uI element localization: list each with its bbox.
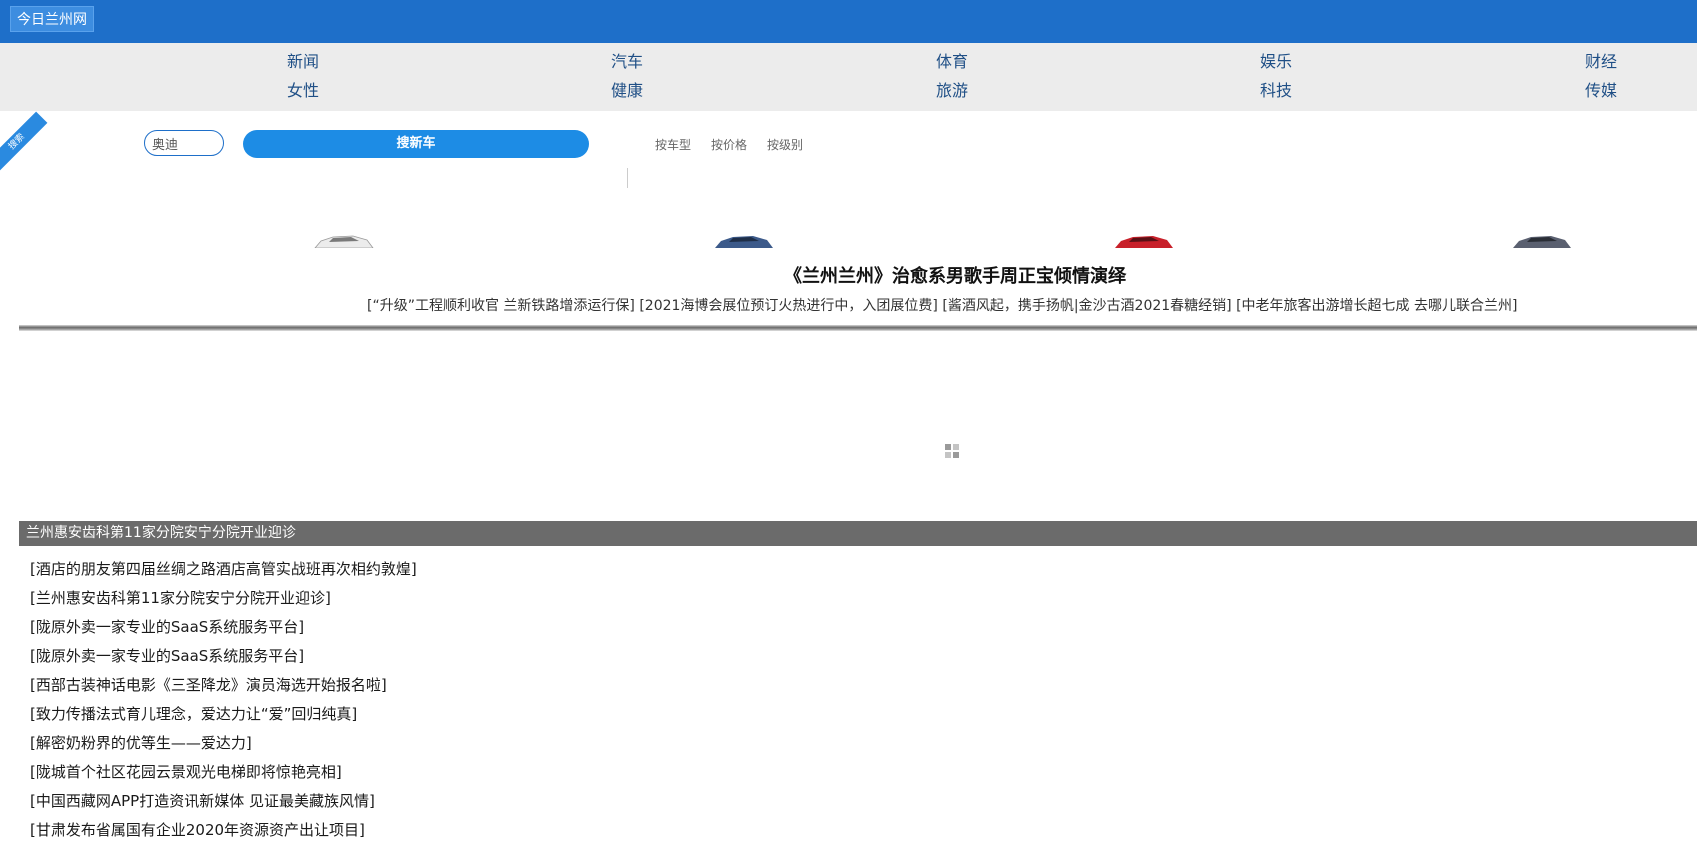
featured-news-bar[interactable]: 兰州惠安齿科第11家分院安宁分院开业迎诊 (19, 521, 1697, 546)
top-bar: 今日兰州网 (0, 0, 1697, 43)
filter-by-class-tab[interactable]: 按级别 (767, 136, 803, 153)
search-ribbon: 搜索 (0, 111, 48, 173)
news-list-item[interactable]: [解密奶粉界的优等生——爱达力] (30, 731, 417, 760)
headline-title[interactable]: 《兰州兰州》治愈系男歌手周正宝倾情演绎 (0, 262, 1697, 288)
filter-by-price-tab[interactable]: 按价格 (711, 136, 747, 153)
news-list-item[interactable]: [兰州惠安齿科第11家分院安宁分院开业迎诊] (30, 586, 417, 615)
silver-car-icon[interactable] (1511, 234, 1573, 248)
blue-car-icon[interactable] (713, 234, 775, 248)
news-list-item[interactable]: [陇原外卖一家专业的SaaS系统服务平台] (30, 615, 417, 644)
nav-auto[interactable]: 汽车 (587, 51, 667, 73)
nav-entertainment[interactable]: 娱乐 (1236, 51, 1316, 73)
white-car-icon[interactable] (313, 234, 375, 248)
subheadline-link[interactable]: [中老年旅客出游增长超七成 去哪儿联合兰州] (1236, 298, 1517, 314)
red-car-icon[interactable] (1113, 234, 1175, 248)
brand-search-input[interactable] (144, 130, 224, 156)
subheadline-row: [“升级”工程顺利收官 兰新铁路增添运行保] [2021海博会展位预订火热进行中… (367, 295, 1517, 315)
nav-sports[interactable]: 体育 (912, 51, 992, 73)
news-list: [酒店的朋友第四届丝绸之路酒店高管实战班再次相约敦煌] [兰州惠安齿科第11家分… (30, 557, 417, 845)
subheadline-link[interactable]: [2021海博会展位预订火热进行中，入团展位费] (639, 298, 938, 314)
nav-finance[interactable]: 财经 (1561, 51, 1641, 73)
subheadline-link[interactable]: [酱酒风起，携手扬帆|金沙古酒2021春糖经销] (942, 298, 1231, 314)
news-list-item[interactable]: [陇城首个社区花园云景观光电梯即将惊艳亮相] (30, 760, 417, 789)
news-list-item[interactable]: [酒店的朋友第四届丝绸之路酒店高管实战班再次相约敦煌] (30, 557, 417, 586)
filter-by-model-tab[interactable]: 按车型 (655, 136, 691, 153)
vertical-divider (627, 168, 628, 188)
news-list-item[interactable]: [陇原外卖一家专业的SaaS系统服务平台] (30, 644, 417, 673)
nav-tech[interactable]: 科技 (1236, 80, 1316, 102)
news-list-item[interactable]: [甘肃发布省属国有企业2020年资源资产出让项目] (30, 818, 417, 845)
news-list-item[interactable]: [中国西藏网APP打造资讯新媒体 见证最美藏族风情] (30, 789, 417, 818)
channel-nav: 新闻 汽车 体育 娱乐 财经 女性 健康 旅游 科技 传媒 (0, 43, 1697, 111)
nav-health[interactable]: 健康 (587, 80, 667, 102)
nav-media[interactable]: 传媒 (1561, 80, 1641, 102)
search-new-car-button[interactable]: 搜新车 (243, 130, 589, 158)
section-divider (19, 325, 1697, 331)
loading-icon (945, 444, 959, 458)
news-list-item[interactable]: [致力传播法式育儿理念，爱达力让“爱”回归纯真] (30, 702, 417, 731)
site-title-link[interactable]: 今日兰州网 (10, 6, 94, 32)
subheadline-link[interactable]: [“升级”工程顺利收官 兰新铁路增添运行保] (367, 298, 635, 314)
nav-women[interactable]: 女性 (263, 80, 343, 102)
news-list-item[interactable]: [西部古装神话电影《三圣降龙》演员海选开始报名啦] (30, 673, 417, 702)
nav-travel[interactable]: 旅游 (912, 80, 992, 102)
nav-news[interactable]: 新闻 (263, 51, 343, 73)
page: 今日兰州网 新闻 汽车 体育 娱乐 财经 女性 健康 旅游 科技 传媒 搜索 搜… (0, 0, 1697, 845)
